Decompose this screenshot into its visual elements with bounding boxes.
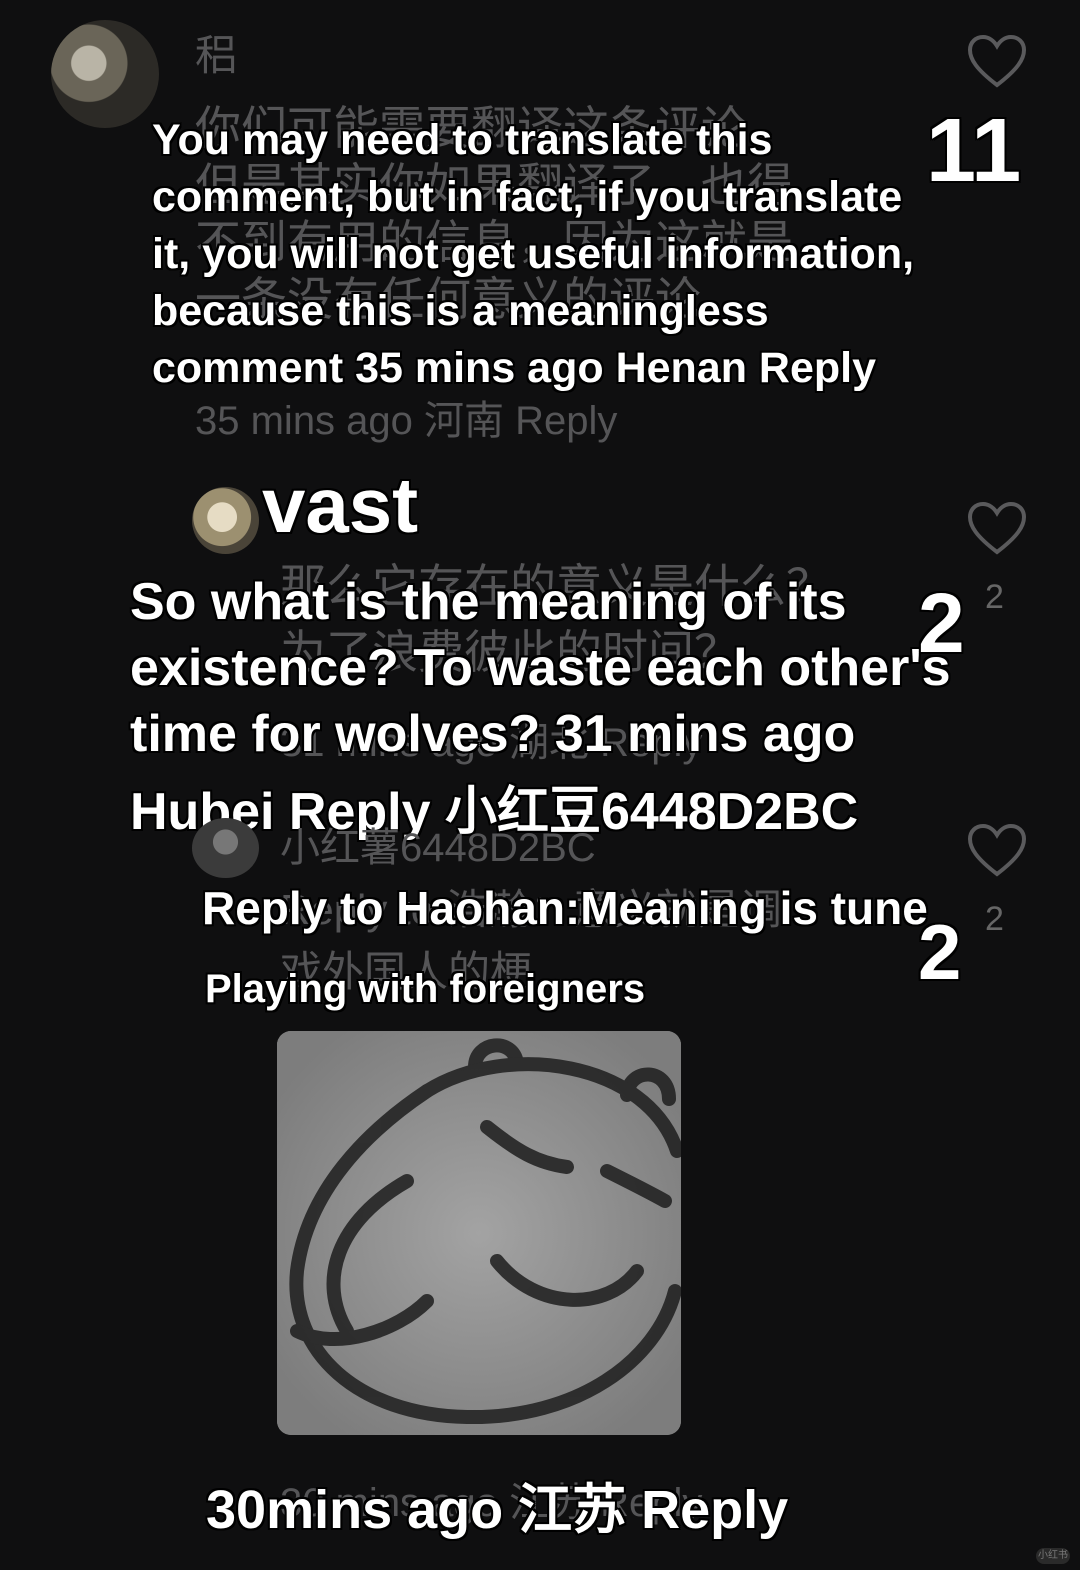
translated-comment-line: So what is the meaning of its <box>130 573 847 631</box>
translated-comment-line: comment 35 mins ago Henan Reply <box>152 344 877 392</box>
username[interactable]: vast <box>262 462 418 548</box>
like-count-faint: 2 <box>985 578 1004 616</box>
avatar[interactable] <box>192 818 259 878</box>
avatar[interactable] <box>192 487 259 554</box>
translated-comment-line: because this is a meaningless <box>152 287 769 335</box>
like-count: 2 <box>918 576 965 670</box>
comment-meta: 30mins ago 江苏 Reply <box>206 1480 789 1540</box>
username[interactable]: 稆 <box>195 22 237 83</box>
translated-comment-line: Reply to Haohan:Meaning is tune <box>202 882 928 934</box>
avatar[interactable] <box>51 20 159 128</box>
heart-icon[interactable] <box>966 822 1028 878</box>
like-count-faint: 2 <box>985 900 1004 938</box>
username[interactable]: 小红薯6448D2BC <box>280 815 596 873</box>
heart-icon[interactable] <box>966 33 1028 89</box>
translated-comment-line: existence? To waste each other's <box>130 639 951 697</box>
translated-comment-line: it, you will not get useful information, <box>152 230 915 278</box>
translated-comment-line: You may need to translate this <box>152 116 773 164</box>
smiling-blob-sticker <box>277 1031 681 1435</box>
like-count: 2 <box>918 908 962 996</box>
sticker-image[interactable] <box>277 1031 681 1435</box>
like-count: 11 <box>926 101 1022 201</box>
translated-comment-line: Playing with foreigners <box>205 967 646 1011</box>
translated-comment-line: time for wolves? 31 mins ago <box>130 705 856 763</box>
heart-icon[interactable] <box>966 500 1028 556</box>
app-watermark: 小红书 <box>1036 1548 1070 1564</box>
translated-comment-line: comment, but in fact, if you translate <box>152 173 903 221</box>
